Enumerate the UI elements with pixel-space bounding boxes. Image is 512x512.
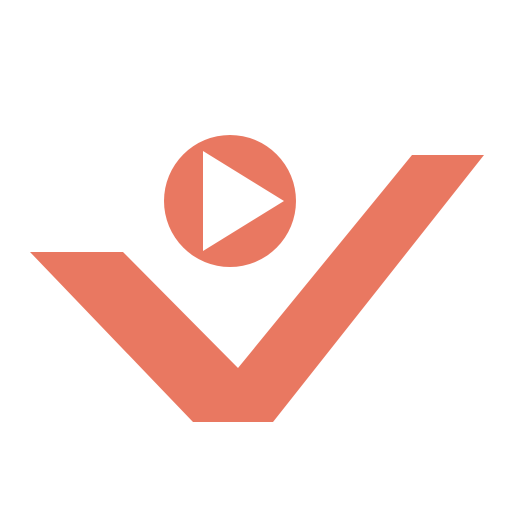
app-icon-canvas [0, 0, 512, 512]
play-check-logo-icon [30, 135, 484, 422]
